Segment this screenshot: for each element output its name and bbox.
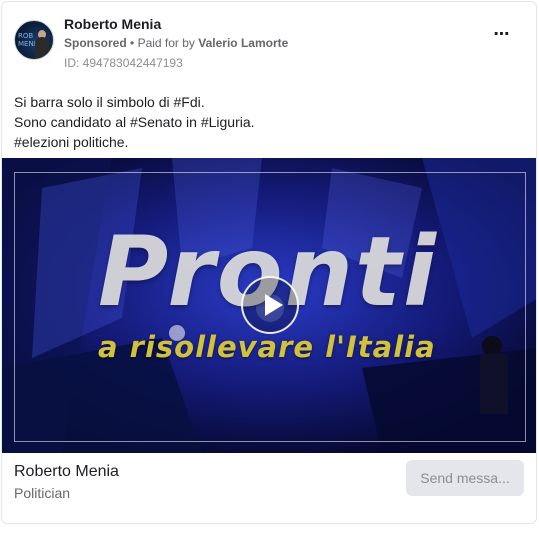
- body-line: #elezioni politiche.: [14, 134, 129, 150]
- page-name[interactable]: Roberto Menia: [64, 16, 161, 32]
- video-subtitle-overlay: a risollevare l'Italia: [98, 330, 436, 364]
- sponsored-label: Sponsored: [64, 36, 127, 50]
- separator-dot: •: [130, 36, 135, 50]
- avatar[interactable]: ROB MENIA: [14, 20, 54, 60]
- paid-for-prefix: Paid for by: [137, 36, 195, 50]
- sponsor-line: Sponsored • Paid for by Valerio Lamorte: [64, 36, 288, 50]
- paid-for-name: Valerio Lamorte: [198, 36, 289, 50]
- body-line: Si barra solo il simbolo di #Fdi.: [14, 94, 205, 110]
- ad-card: ROB MENIA Roberto Menia Sponsored • Paid …: [1, 1, 537, 524]
- more-options-icon[interactable]: ⋯: [490, 27, 514, 46]
- footer-page-name[interactable]: Roberto Menia: [14, 463, 119, 481]
- body-line: Sono candidato al #Senato in #Liguria.: [14, 114, 255, 130]
- ad-id: ID: 494783042447193: [64, 56, 183, 70]
- ad-body-text: Si barra solo il simbolo di #Fdi. Sono c…: [14, 92, 524, 152]
- send-message-button[interactable]: Send messa...: [406, 460, 524, 496]
- video-player[interactable]: Pronti a risollevare l'Italia: [2, 158, 536, 453]
- play-icon[interactable]: [241, 276, 299, 334]
- ad-footer: Roberto Menia Politician Send messa...: [14, 460, 524, 510]
- footer-category: Politician: [14, 485, 71, 501]
- ad-header: ROB MENIA Roberto Menia Sponsored • Paid …: [14, 16, 524, 70]
- avatar-person-body: [35, 37, 49, 59]
